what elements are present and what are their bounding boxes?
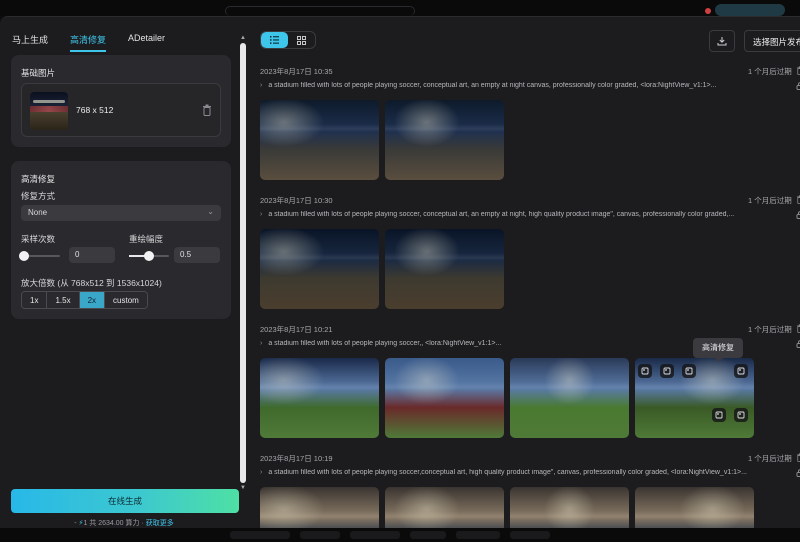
view-toggle xyxy=(260,31,316,49)
background-search-outline xyxy=(225,6,415,16)
group-date: 2023年8月17日 10:19 xyxy=(260,454,333,463)
denoise-input[interactable]: 0.5 xyxy=(174,247,220,263)
background-app-header xyxy=(0,0,800,16)
steps-label: 采样次数 xyxy=(21,234,56,244)
select-publish-button[interactable]: 选择图片发布 xyxy=(744,30,800,52)
trash-icon[interactable] xyxy=(796,324,800,333)
group-expiry: 1 个月后过期 xyxy=(748,325,792,334)
notification-dot xyxy=(705,8,711,14)
grid-view-icon[interactable] xyxy=(288,32,315,48)
group-prompt-text: a stadium filled with lots of people pla… xyxy=(268,340,502,347)
group-expiry: 1 个月后过期 xyxy=(748,454,792,463)
image-edit-icon[interactable] xyxy=(660,364,674,378)
hires-fix-icon[interactable] xyxy=(638,364,652,378)
scrollbar-thumb[interactable] xyxy=(240,43,246,483)
get-more-link[interactable]: 获取更多 xyxy=(146,520,174,527)
background-header-button xyxy=(715,4,785,16)
result-image[interactable] xyxy=(385,100,504,180)
method-value: None xyxy=(28,208,48,217)
base-image-card: 基础图片 768 x 512 xyxy=(11,55,231,147)
base-image-thumbnail[interactable] xyxy=(30,92,68,130)
credits-info: - ⚡1 共 2634.00 算力 · 获取更多 xyxy=(0,518,248,528)
group-prompt[interactable]: › a stadium filled with lots of people pl… xyxy=(260,82,798,89)
steps-slider[interactable] xyxy=(19,251,60,261)
result-image[interactable] xyxy=(260,100,379,180)
group-prompt-text: a stadium filled with lots of people pla… xyxy=(268,82,717,89)
crop-icon[interactable] xyxy=(734,364,748,378)
generate-button[interactable]: 在线生成 xyxy=(11,489,239,513)
result-image[interactable] xyxy=(385,229,504,309)
hires-fix-card: 高清修复 修复方式 None ⌄ 采样次数 0 重绘幅度 0.5 放大倍数 (从… xyxy=(11,161,231,319)
result-image[interactable] xyxy=(635,358,754,438)
group-prompt-text: a stadium filled with lots of people pla… xyxy=(268,211,735,218)
image-icon[interactable] xyxy=(682,364,696,378)
group-date: 2023年8月17日 10:30 xyxy=(260,196,333,205)
group-expiry: 1 个月后过期 xyxy=(748,196,792,205)
chevron-down-icon: ⌄ xyxy=(207,207,214,216)
generation-modal: 马上生成 高清修复 ADetailer 基础图片 768 x 512 高清修复 … xyxy=(0,16,800,542)
background-footer xyxy=(0,528,800,542)
scale-options: 1x 1.5x 2x custom xyxy=(21,291,148,309)
group-prompt[interactable]: › a stadium filled with lots of people pl… xyxy=(260,211,798,218)
settings-scrollbar[interactable]: ▲ ▼ xyxy=(240,35,246,491)
group-prompt-text: a stadium filled with lots of people pla… xyxy=(268,469,747,476)
scale-custom-button[interactable]: custom xyxy=(105,292,147,308)
mode-tabs: 马上生成 高清修复 ADetailer xyxy=(12,33,187,52)
scale-2x-button[interactable]: 2x xyxy=(79,292,106,308)
hires-fix-tooltip: 高清修复 xyxy=(693,338,743,362)
base-image-size: 768 x 512 xyxy=(76,105,114,115)
result-image[interactable] xyxy=(260,229,379,309)
group-date: 2023年8月17日 10:21 xyxy=(260,325,333,334)
lock-icon[interactable] xyxy=(796,211,800,219)
hires-fix-title: 高清修复 xyxy=(21,174,56,184)
tab-generate[interactable]: 马上生成 xyxy=(12,33,48,52)
base-image-box: 768 x 512 xyxy=(21,83,221,137)
group-expiry: 1 个月后过期 xyxy=(748,67,792,76)
chevron-right-icon: › xyxy=(260,469,263,476)
lock-icon[interactable] xyxy=(796,82,800,90)
steps-slider-knob[interactable] xyxy=(19,251,29,261)
lock-icon[interactable] xyxy=(796,340,800,348)
list-view-icon[interactable] xyxy=(261,32,288,48)
method-label: 修复方式 xyxy=(21,191,56,201)
denoise-slider-knob[interactable] xyxy=(144,251,154,261)
settings-panel: 马上生成 高清修复 ADetailer 基础图片 768 x 512 高清修复 … xyxy=(0,17,248,529)
lock-icon[interactable] xyxy=(796,469,800,477)
chevron-right-icon: › xyxy=(260,340,263,347)
download-icon[interactable] xyxy=(734,408,748,422)
tab-adetailer[interactable]: ADetailer xyxy=(128,33,165,52)
method-select[interactable]: None ⌄ xyxy=(21,205,221,221)
result-image[interactable] xyxy=(385,358,504,438)
download-icon xyxy=(717,37,727,46)
group-prompt[interactable]: › a stadium filled with lots of people pl… xyxy=(260,469,798,476)
send-icon[interactable] xyxy=(712,408,726,422)
scale-1-5x-button[interactable]: 1.5x xyxy=(47,292,80,308)
scroll-down-icon[interactable]: ▼ xyxy=(240,485,246,491)
trash-icon[interactable] xyxy=(796,195,800,204)
denoise-label: 重绘幅度 xyxy=(129,234,164,244)
download-all-button[interactable] xyxy=(709,30,735,52)
base-image-title: 基础图片 xyxy=(21,68,56,78)
chevron-right-icon: › xyxy=(260,82,263,89)
result-image[interactable] xyxy=(260,358,379,438)
denoise-slider[interactable] xyxy=(129,251,169,261)
group-date: 2023年8月17日 10:35 xyxy=(260,67,333,76)
scale-label: 放大倍数 (从 768x512 到 1536x1024) xyxy=(21,278,162,288)
results-panel: 选择图片发布 2023年8月17日 10:35 1 个月后过期 › a stadi… xyxy=(250,17,800,542)
chevron-right-icon: › xyxy=(260,211,263,218)
credits-text: 1 共 2634.00 算力 · xyxy=(83,520,146,527)
tab-hires-fix[interactable]: 高清修复 xyxy=(70,33,107,52)
trash-icon[interactable] xyxy=(796,66,800,75)
trash-icon[interactable] xyxy=(796,453,800,462)
scroll-up-icon[interactable]: ▲ xyxy=(240,35,246,41)
result-image[interactable] xyxy=(510,358,629,438)
steps-input[interactable]: 0 xyxy=(69,247,115,263)
trash-icon[interactable] xyxy=(202,104,212,116)
scale-1x-button[interactable]: 1x xyxy=(22,292,48,308)
